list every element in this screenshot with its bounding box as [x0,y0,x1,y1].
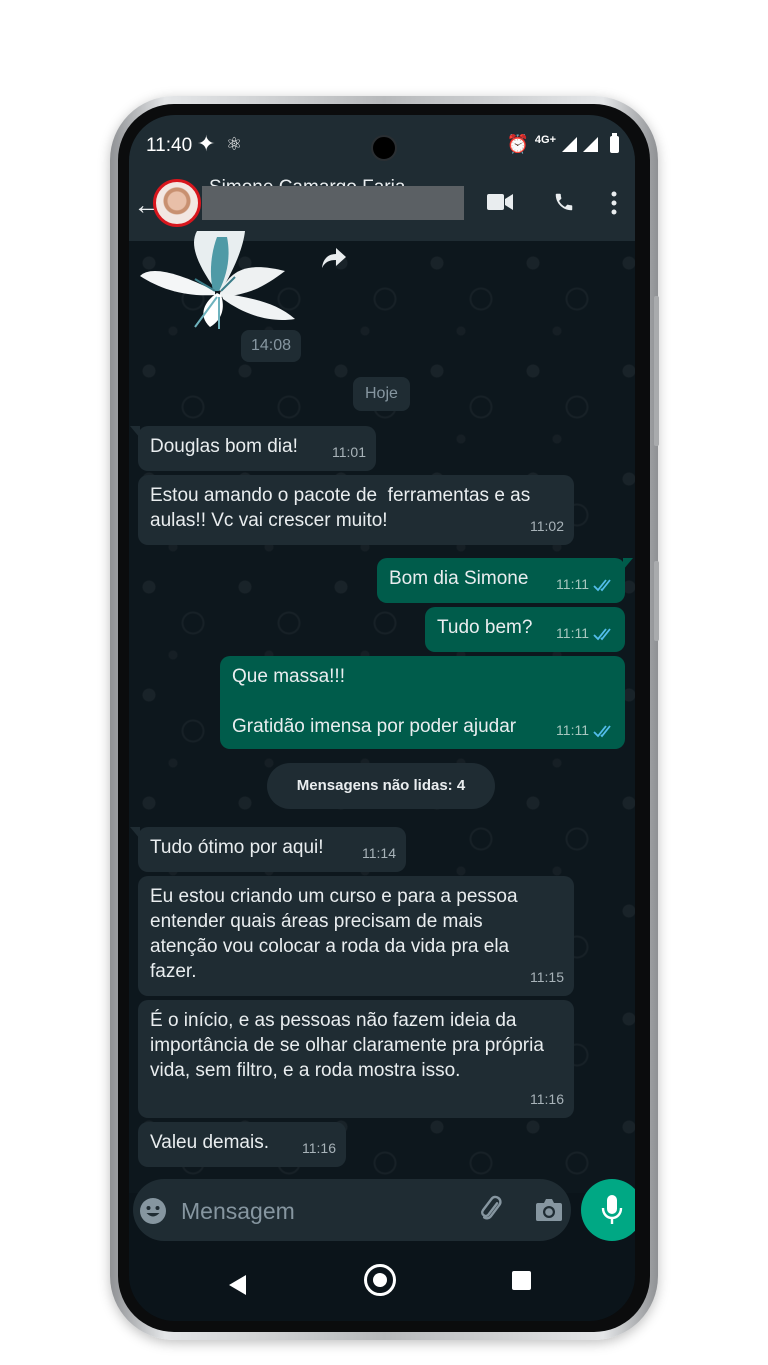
message-time: 11:11 [556,572,615,597]
star-icon: ✦ [197,131,216,156]
video-call-icon[interactable] [487,193,513,211]
message-text: Bom dia Simone [389,568,529,589]
mic-button[interactable] [581,1179,635,1241]
redaction-box [202,186,464,220]
front-camera [371,135,397,161]
nav-recents-button[interactable] [512,1271,531,1290]
forward-icon[interactable] [321,246,347,270]
message-bubble-incoming[interactable]: Tudo ótimo por aqui! 11:14 [130,827,406,872]
message-time: 11:16 [530,1091,564,1107]
message-bubble-incoming[interactable]: É o início, e as pessoas não fazem ideia… [138,1000,574,1118]
read-receipt-icon [593,724,611,737]
system-nav-bar [129,1251,635,1321]
message-text: Valeu demais. [150,1132,269,1153]
message-bubble-incoming[interactable]: Estou amando o pacote de ferramentas e a… [138,475,574,545]
alarm-icon: ⏰ [506,133,529,154]
status-bar: 11:40 ✦ ⚛ ⏰ 4G+ [129,115,635,173]
power-button [654,561,659,641]
message-text: Que massa!!! Gratidão imensa por poder a… [232,666,517,737]
unread-divider: Mensagens não lidas: 4 [267,763,495,809]
date-divider: Hoje [353,377,410,411]
battery-icon [610,132,619,153]
signal-icon-2 [583,136,598,152]
attach-icon[interactable] [477,1195,507,1225]
message-time: 11:16 [302,1140,336,1156]
message-time: 11:11 [556,621,615,646]
read-receipt-icon [593,578,611,591]
phone-screen: 11:40 ✦ ⚛ ⏰ 4G+ ← Simone Camargo Faria o… [129,115,635,1321]
network-type: 4G+ [534,133,556,146]
message-time: 11:01 [332,444,366,460]
message-text: Tudo bem? [437,617,533,638]
emoji-icon[interactable] [139,1197,167,1225]
mic-icon [601,1195,623,1224]
message-time: 11:15 [530,969,564,985]
read-receipt-icon [593,627,611,640]
message-bubble-incoming[interactable]: Douglas bom dia! 11:01 [130,426,376,471]
message-text: Tudo ótimo por aqui! [150,837,324,858]
message-bubble-incoming[interactable]: Eu estou criando um curso e para a pesso… [138,876,574,996]
signal-icon [562,136,577,152]
message-text: Douglas bom dia! [150,436,298,457]
atom-icon: ⚛ [226,134,243,154]
status-time: 11:40 [146,135,193,156]
message-bubble-outgoing[interactable]: Que massa!!! Gratidão imensa por poder a… [220,656,625,749]
camera-icon[interactable] [535,1197,563,1223]
voice-call-icon[interactable] [553,191,575,213]
message-bubble-outgoing[interactable]: Tudo bem? 11:11 [425,607,625,652]
message-time: 11:14 [362,845,396,861]
nav-back-button[interactable] [229,1275,246,1295]
message-time: 11:02 [530,518,564,534]
message-input[interactable] [179,1193,463,1229]
message-text: Eu estou criando um curso e para a pesso… [150,886,523,982]
message-text: Estou amando o pacote de ferramentas e a… [150,485,536,531]
message-bubble-outgoing[interactable]: Bom dia Simone 11:11 [377,558,633,603]
nav-home-button[interactable] [364,1264,396,1296]
message-bubble-incoming[interactable]: Valeu demais. 11:16 [138,1122,346,1167]
status-icons: ⏰ 4G+ [506,132,619,156]
media-timestamp: 14:08 [241,330,302,362]
message-composer [133,1179,571,1241]
volume-button [654,296,659,446]
more-menu-icon[interactable] [611,191,617,215]
message-text: É o início, e as pessoas não fazem ideia… [150,1010,550,1081]
message-time: 11:11 [556,718,615,743]
avatar[interactable] [153,179,201,227]
lily-sticker[interactable] [135,231,305,329]
